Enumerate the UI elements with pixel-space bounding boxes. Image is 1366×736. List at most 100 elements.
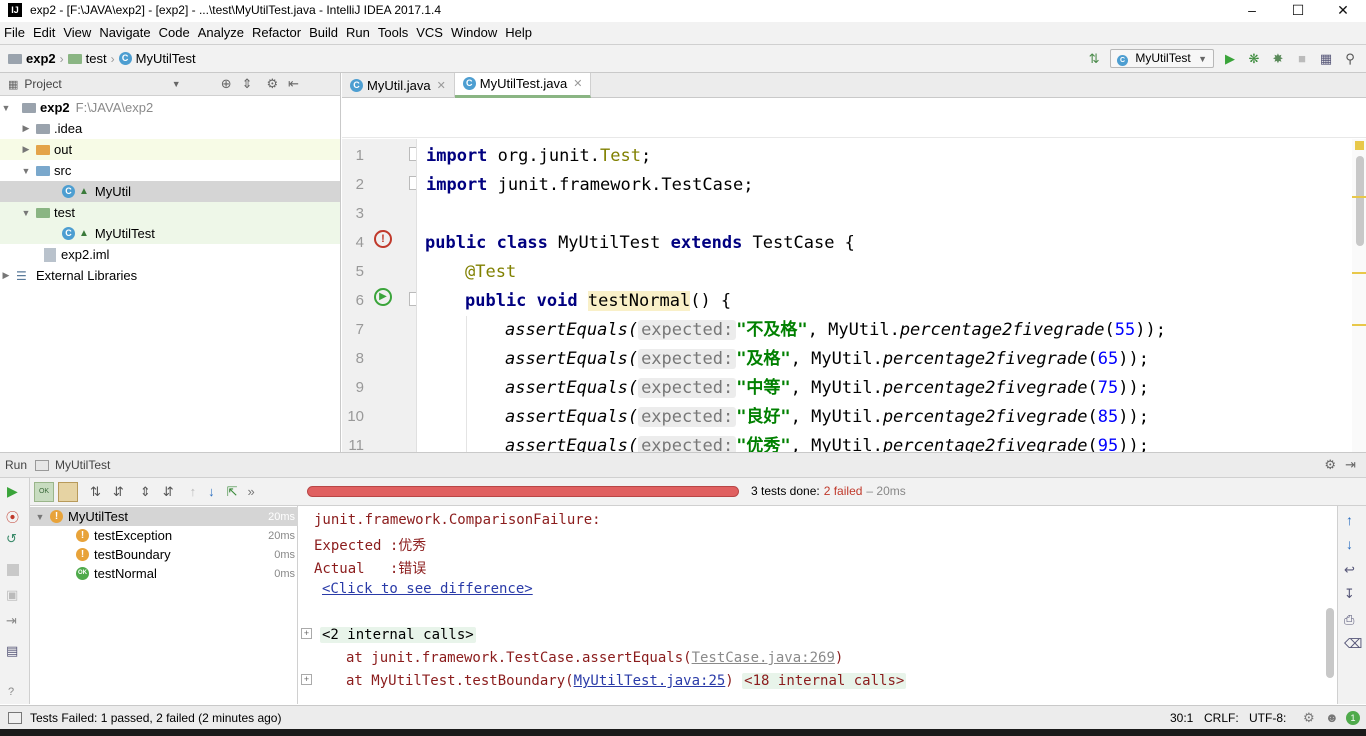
clear-icon[interactable]: ⌫: [1344, 636, 1362, 652]
tab-myutiltest[interactable]: C MyUtilTest.java ✕: [454, 72, 592, 98]
project-panel-title[interactable]: Project: [24, 77, 61, 91]
gear-icon[interactable]: ⚙: [267, 76, 279, 92]
click-to-see-difference-link[interactable]: <Click to see difference>: [322, 581, 533, 597]
exit-icon[interactable]: ⇥: [6, 613, 17, 629]
menu-file[interactable]: File: [0, 22, 29, 44]
menu-tools[interactable]: Tools: [374, 22, 412, 44]
run-icon[interactable]: ▶: [1222, 51, 1238, 67]
show-passed-icon[interactable]: OK: [34, 481, 54, 502]
toggle-auto-test-icon[interactable]: ↺: [6, 531, 17, 547]
stop-icon[interactable]: [7, 564, 19, 576]
debug-icon[interactable]: ❋: [1246, 51, 1262, 67]
chevron-down-icon[interactable]: ▼: [172, 79, 181, 89]
export-icon[interactable]: ⇱: [227, 484, 238, 500]
menu-help[interactable]: Help: [501, 22, 536, 44]
stop-icon[interactable]: ■: [1294, 51, 1310, 67]
previous-failed-icon[interactable]: ↑: [190, 484, 197, 499]
notifications-icon[interactable]: 1: [1346, 710, 1360, 725]
menu-refactor[interactable]: Refactor: [248, 22, 305, 44]
camera-icon[interactable]: ▣: [6, 587, 18, 603]
more-icon[interactable]: »: [248, 484, 255, 499]
menu-run[interactable]: Run: [342, 22, 374, 44]
close-icon[interactable]: ✕: [573, 77, 582, 90]
menu-build[interactable]: Build: [305, 22, 342, 44]
expand-icon[interactable]: +: [301, 674, 312, 685]
close-icon[interactable]: ✕: [1320, 0, 1366, 22]
hide-icon[interactable]: ⇤: [288, 76, 299, 92]
tree-item-iml[interactable]: exp2.iml: [0, 244, 340, 265]
internal-calls-fold[interactable]: <18 internal calls>: [742, 673, 907, 689]
tree-item-test[interactable]: ▼ test: [0, 202, 340, 223]
tree-item-exp2[interactable]: ▼ exp2 F:\JAVA\exp2: [0, 97, 340, 118]
next-failed-icon[interactable]: ↓: [208, 484, 215, 499]
warning-stripe[interactable]: [1352, 324, 1366, 326]
gear-icon[interactable]: ⚙: [1324, 457, 1336, 473]
menu-navigate[interactable]: Navigate: [95, 22, 154, 44]
test-item-myutiltest[interactable]: ▼ ! MyUtilTest 20ms: [30, 507, 298, 526]
menu-vcs[interactable]: VCS: [412, 22, 447, 44]
run-test-passed-icon[interactable]: ▶: [374, 288, 392, 306]
status-message[interactable]: Tests Failed: 1 passed, 2 failed (2 minu…: [30, 711, 281, 725]
minimize-icon[interactable]: –: [1229, 0, 1275, 22]
stack-trace-link[interactable]: TestCase.java:269: [692, 650, 835, 666]
expand-all-icon[interactable]: ⇕: [140, 484, 151, 500]
run-window-config[interactable]: MyUtilTest: [55, 458, 110, 472]
line-separator[interactable]: CRLF:: [1204, 711, 1239, 725]
internal-calls-fold[interactable]: <2 internal calls>: [320, 627, 476, 643]
arrow-down-icon[interactable]: ↓: [1346, 536, 1353, 552]
editor-scroll-thumb[interactable]: [1356, 156, 1364, 246]
tree-item-myutil[interactable]: C ▲ MyUtil: [0, 181, 340, 202]
breadcrumb-file[interactable]: C MyUtilTest: [118, 51, 196, 66]
warning-stripe[interactable]: [1352, 196, 1366, 198]
warning-stripe[interactable]: [1352, 272, 1366, 274]
close-icon[interactable]: ✕: [437, 79, 446, 92]
menu-code[interactable]: Code: [155, 22, 194, 44]
collapse-all-icon[interactable]: ⇵: [163, 484, 174, 500]
menu-window[interactable]: Window: [447, 22, 501, 44]
tree-item-idea[interactable]: ▶ .idea: [0, 118, 340, 139]
sort-alpha-icon[interactable]: ⇅: [90, 484, 101, 500]
breadcrumb-folder[interactable]: test: [67, 51, 107, 66]
rerun-icon[interactable]: ▶: [7, 483, 18, 500]
sort-duration-icon[interactable]: ⇵: [113, 484, 124, 500]
search-icon[interactable]: ⚲: [1342, 51, 1358, 67]
locate-icon[interactable]: ⊕: [221, 76, 232, 92]
stack-trace-link[interactable]: MyUtilTest.java:25: [574, 673, 726, 689]
collapse-icon[interactable]: ⇕: [242, 76, 253, 92]
build-icon[interactable]: ⇅: [1086, 51, 1102, 67]
tool-windows-icon[interactable]: [8, 711, 22, 724]
print-icon[interactable]: ⎙: [1344, 612, 1354, 628]
test-item-testnormal[interactable]: OK testNormal 0ms: [30, 564, 298, 583]
file-encoding[interactable]: UTF-8:: [1249, 711, 1286, 725]
menu-view[interactable]: View: [59, 22, 95, 44]
tab-myutil[interactable]: C MyUtil.java ✕: [342, 72, 455, 98]
lock-icon[interactable]: ⚙: [1303, 710, 1315, 726]
hide-icon[interactable]: ⇥: [1345, 457, 1356, 473]
soft-wrap-icon[interactable]: ↩: [1344, 562, 1355, 578]
expand-icon[interactable]: +: [301, 628, 312, 639]
tree-item-myutiltest[interactable]: C ▲ MyUtilTest: [0, 223, 340, 244]
coverage-icon[interactable]: ✸: [1270, 51, 1286, 67]
scroll-to-end-icon[interactable]: ↧: [1344, 586, 1355, 602]
breadcrumb-project[interactable]: exp2: [8, 51, 56, 66]
arrow-up-icon[interactable]: ↑: [1346, 512, 1353, 528]
tree-item-out[interactable]: ▶ out: [0, 139, 340, 160]
layout-icon[interactable]: ▤: [6, 643, 18, 659]
run-test-failed-icon[interactable]: !: [374, 230, 392, 248]
help-icon[interactable]: ?: [8, 686, 14, 698]
test-item-testboundary[interactable]: ! testBoundary 0ms: [30, 545, 298, 564]
inspector-icon[interactable]: ☻: [1325, 710, 1339, 725]
project-structure-icon[interactable]: ▦: [1318, 51, 1334, 67]
console-scroll-thumb[interactable]: [1326, 608, 1334, 678]
tree-item-external-libraries[interactable]: ▶ ☰ External Libraries: [0, 265, 340, 286]
inspection-status-icon[interactable]: [1355, 141, 1364, 150]
menu-edit[interactable]: Edit: [29, 22, 59, 44]
show-ignored-icon[interactable]: [58, 481, 78, 502]
caret-position[interactable]: 30:1: [1170, 711, 1193, 725]
rerun-failed-icon[interactable]: ⦿: [6, 507, 19, 526]
test-item-testexception[interactable]: ! testException 20ms: [30, 526, 298, 545]
run-config-select[interactable]: C MyUtilTest ▼: [1110, 49, 1214, 68]
maximize-icon[interactable]: ☐: [1275, 0, 1321, 22]
menu-analyze[interactable]: Analyze: [194, 22, 248, 44]
tree-item-src[interactable]: ▼ src: [0, 160, 340, 181]
